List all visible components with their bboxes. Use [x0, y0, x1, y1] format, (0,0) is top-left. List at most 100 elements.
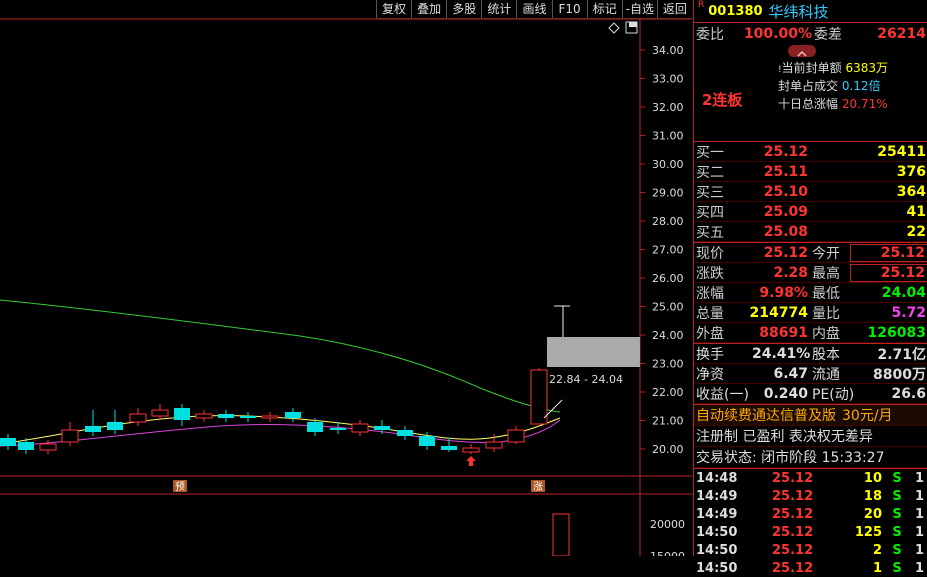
candle-body[interactable] [218, 414, 234, 418]
tick-time: 14:49 [696, 506, 738, 522]
bid-volume: 25411 [877, 143, 926, 160]
stock-code: 001380 [708, 3, 763, 19]
bid-row[interactable]: 买二 25.11 376 [694, 162, 927, 182]
bid-label: 买四 [696, 204, 724, 221]
tick-count: 1 [914, 488, 924, 504]
quote-label: 内盘 [812, 325, 840, 342]
quote-value: 126083 [867, 324, 926, 341]
ma-magenta-line [0, 419, 561, 447]
tick-volume: 125 [854, 524, 882, 540]
price-tick-label: 22.00 [652, 386, 684, 399]
candles [0, 368, 548, 454]
candle-body[interactable] [530, 369, 548, 425]
quote-label: 涨幅 [696, 285, 724, 302]
volume-bar [552, 513, 570, 557]
tick-price: 25.12 [772, 542, 814, 558]
seal-info: !当前封单额 6383万 封单占成交 0.12倍 十日总涨幅 20.71% 2连… [694, 45, 927, 142]
toolbar-draw-line-button[interactable]: 画线 [516, 0, 551, 18]
toolbar-fuquan-button[interactable]: 复权 [376, 0, 411, 18]
price-tick-label: 28.00 [652, 215, 684, 228]
toolbar-multi-stock-button[interactable]: 多股 [446, 0, 481, 18]
candle-body[interactable] [85, 426, 101, 432]
candle-body[interactable] [462, 447, 480, 453]
quote-label: 涨跌 [696, 265, 724, 282]
candle-body[interactable] [330, 428, 346, 430]
bid-price: 25.09 [763, 203, 808, 220]
tick-side: S [892, 560, 902, 576]
candle-body[interactable] [419, 436, 435, 446]
price-tick-label: 23.00 [652, 358, 684, 371]
candle-body[interactable] [485, 441, 503, 449]
quote-label: 最高 [812, 265, 840, 282]
marker-zhang: 涨 [533, 481, 543, 493]
toolbar-mark-button[interactable]: 标记 [586, 0, 622, 18]
bid-volume: 22 [906, 223, 926, 240]
fund-row: 收益(一) 0.240 PE(动) 26.6 [694, 384, 927, 404]
fund-label: 收益(一) [696, 386, 749, 403]
toolbar-remove-watchlist-button[interactable]: -自选 [621, 0, 657, 18]
bid-price: 25.10 [763, 183, 808, 200]
candle-body[interactable] [374, 426, 390, 430]
weicha-label: 委差 [814, 27, 842, 43]
tick-price: 25.12 [772, 560, 814, 576]
seal-line-3: 十日总涨幅 20.71% [778, 97, 888, 111]
candle-body[interactable] [195, 413, 213, 419]
candle-body[interactable] [61, 429, 79, 443]
tick-row: 14:50 25.12 1 S 1 [694, 559, 927, 577]
quote-panel: R 001380 华纬科技 委比 100.00% 委差 26214 !当前封单额… [693, 0, 927, 576]
marker-yu: 预 [175, 481, 185, 493]
candle-body[interactable] [0, 438, 16, 446]
candle-body[interactable] [39, 443, 57, 451]
quote-label: 今开 [812, 245, 840, 262]
candle-body[interactable] [507, 429, 525, 443]
candle-body[interactable] [107, 422, 123, 430]
quote-value: 25.12 [763, 244, 808, 261]
fund-row: 换手 24.41% 股本 2.71亿 [694, 344, 927, 364]
candle-body[interactable] [441, 446, 457, 450]
diamond-icon[interactable] [608, 22, 620, 34]
toolbar-stats-button[interactable]: 统计 [481, 0, 516, 18]
candle-body[interactable] [351, 423, 369, 433]
quote-value: 25.12 [850, 243, 927, 262]
bid-row[interactable]: 买四 25.09 41 [694, 202, 927, 222]
candle-body[interactable] [129, 413, 147, 423]
price-tick-label: 32.00 [652, 101, 684, 114]
price-tick-label: 25.00 [652, 301, 684, 314]
candle-body[interactable] [18, 442, 34, 450]
candle-body[interactable] [397, 430, 413, 436]
promo-text: 自动续费通达信普及版 [696, 408, 836, 424]
bid-label: 买三 [696, 184, 724, 201]
price-tick-label: 20.00 [652, 443, 684, 456]
quote-row: 总量 214774 量比 5.72 [694, 303, 927, 323]
bid-row[interactable]: 买三 25.10 364 [694, 182, 927, 202]
bid-row[interactable]: 买一 25.12 25411 [694, 142, 927, 162]
fund-value: 24.41% [752, 345, 811, 362]
candle-body[interactable] [261, 415, 279, 419]
toolbar-f10-button[interactable]: F10 [551, 0, 587, 18]
candle-body[interactable] [240, 416, 256, 418]
collapse-toggle[interactable] [788, 45, 816, 57]
candle-body[interactable] [307, 422, 323, 432]
quote-row: 涨幅 9.98% 最低 24.04 [694, 283, 927, 303]
toolbar-overlay-button[interactable]: 叠加 [411, 0, 446, 18]
quote-row: 外盘 88691 内盘 126083 [694, 323, 927, 343]
tick-row: 14:49 25.12 18 S 1 [694, 487, 927, 505]
reg-row: 注册制 已盈利 表决权无差异 [694, 426, 927, 447]
bid-price: 25.08 [763, 223, 808, 240]
kline-chart[interactable]: 34.00 33.00 32.00 31.00 30.00 29.00 28.00 27.00… [0, 18, 692, 563]
price-tick-label: 21.00 [652, 415, 684, 428]
candle-body[interactable] [174, 408, 190, 420]
bid-label: 买二 [696, 164, 724, 181]
candle-body[interactable] [151, 409, 169, 417]
seal-line-2: 封单占成交 0.12倍 [778, 79, 881, 93]
fund-row: 净资 6.47 流通 8800万 [694, 364, 927, 384]
promo-row[interactable]: 自动续费通达信普及版 30元/月 [694, 404, 927, 426]
gap-box [547, 337, 640, 367]
quote-label: 最低 [812, 285, 840, 302]
toolbar-back-button[interactable]: 返回 [656, 0, 692, 18]
stock-name[interactable]: 华纬科技 [769, 1, 829, 22]
quote-row: 涨跌 2.28 最高 25.12 [694, 263, 927, 283]
bid-row[interactable]: 买五 25.08 22 [694, 222, 927, 242]
candle-body[interactable] [285, 412, 301, 418]
tick-side: S [892, 470, 902, 486]
